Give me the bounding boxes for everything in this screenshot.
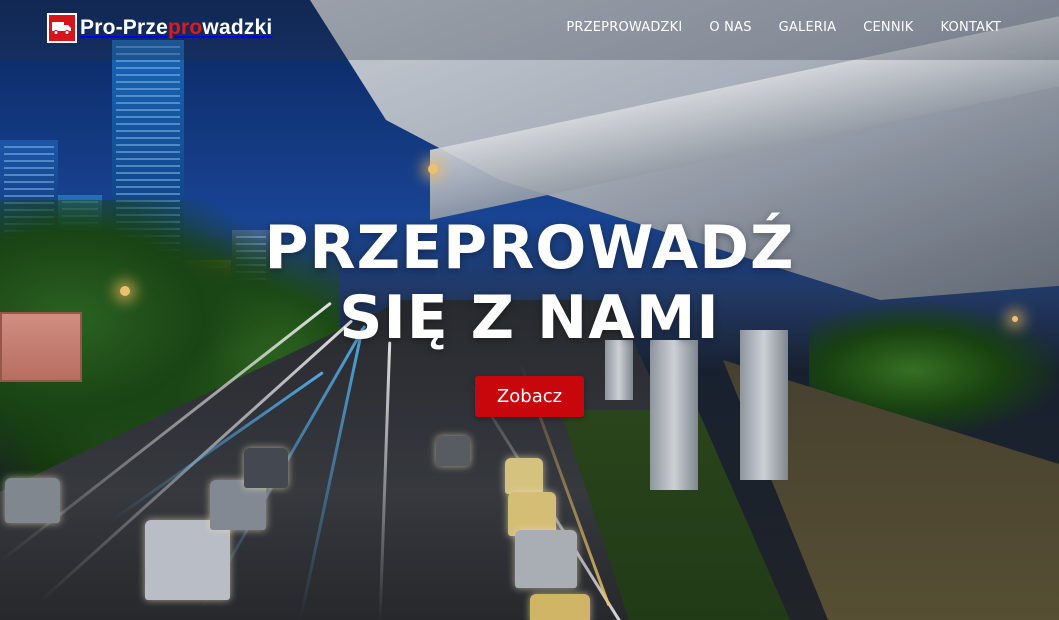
main-nav: PRZEPROWADZKI O NAS GALERIA CENNIK KONTA…	[566, 20, 1001, 35]
truck-icon	[47, 13, 77, 43]
nav-item-kontakt[interactable]: KONTAKT	[941, 20, 1001, 35]
logo-text-part1: Pro-Prze	[80, 16, 168, 39]
hero-title-line1: PRZEPROWADŹ	[264, 213, 795, 283]
nav-item-przeprowadzki[interactable]: PRZEPROWADZKI	[566, 20, 682, 35]
nav-item-galeria[interactable]: GALERIA	[779, 20, 837, 35]
nav-item-cennik[interactable]: CENNIK	[863, 20, 913, 35]
logo-text-part2: pro	[167, 16, 203, 39]
logo-text-part3: wadzki	[202, 16, 273, 39]
see-more-button[interactable]: Zobacz	[475, 376, 584, 417]
logo-link[interactable]: Pro-Przeprowadzki	[47, 13, 272, 43]
logo-text: Pro-Przeprowadzki	[80, 16, 272, 40]
hero-title-line2: SIĘ Z NAMI	[339, 283, 720, 353]
site-header: Pro-Przeprowadzki PRZEPROWADZKI O NAS GA…	[0, 0, 1059, 60]
nav-item-o-nas[interactable]: O NAS	[709, 20, 751, 35]
